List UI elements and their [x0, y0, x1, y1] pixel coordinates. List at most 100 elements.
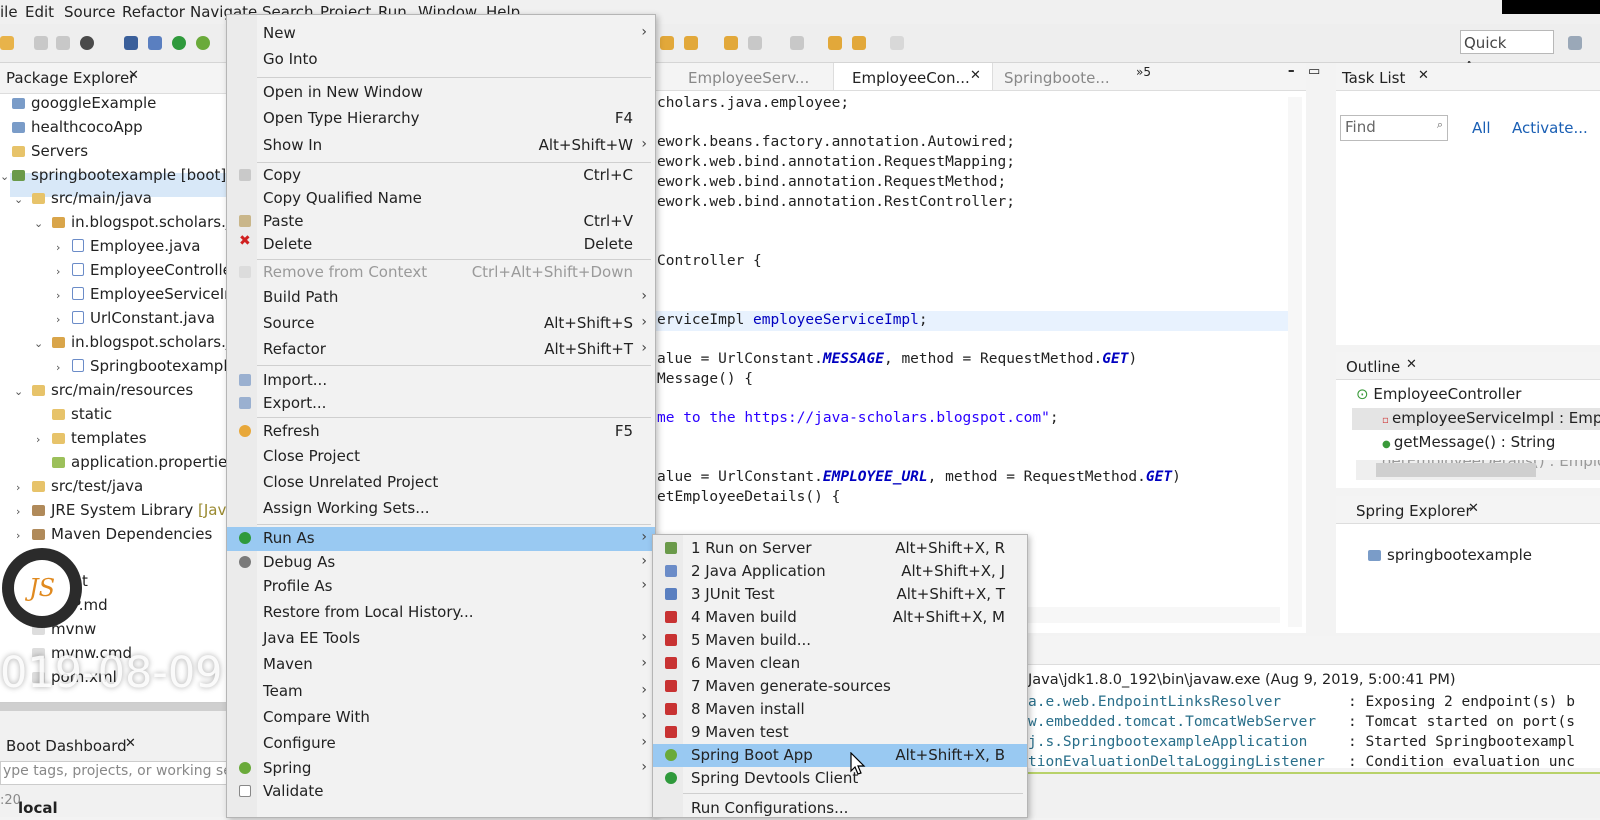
boot-dashboard-tab[interactable]: Boot Dashboard [6, 737, 127, 755]
editor-tab-employeecontroller[interactable]: EmployeeCon... [852, 69, 970, 87]
spring-boot-app-item[interactable]: Spring Boot App Alt+Shift+X, B [653, 744, 1027, 767]
menu-item-go-into[interactable]: Go Into [227, 48, 655, 71]
junit-test-item[interactable]: 3 JUnit Test Alt+Shift+X, T [653, 583, 1027, 606]
menu-item-maven[interactable]: Maven › [227, 653, 655, 676]
task-list-tab[interactable]: Task List [1342, 69, 1405, 87]
menu-item-show-in[interactable]: Show In Alt+Shift+W › [227, 134, 655, 157]
activate-link[interactable]: Activate... [1512, 119, 1588, 137]
editor-tab-employeeservice[interactable]: EmployeeServ... [688, 69, 809, 87]
menu-item-delete[interactable]: ✖ Delete Delete [227, 233, 655, 256]
forward-icon[interactable] [890, 36, 904, 50]
menu-item-close-unrelated-project[interactable]: Close Unrelated Project [227, 471, 655, 494]
search-toolbar-icon[interactable] [724, 36, 738, 50]
menu-item-spring[interactable]: Spring › [227, 757, 655, 780]
menu-item-java-ee-tools[interactable]: Java EE Tools › [227, 627, 655, 650]
spring-explorer-item[interactable]: springbootexample [1368, 546, 1532, 564]
save-all-icon[interactable] [34, 36, 48, 50]
menu-item-refactor[interactable]: Refactor Alt+Shift+T › [227, 338, 655, 361]
back-icon[interactable] [852, 36, 866, 50]
outline-method[interactable]: ● getMessage() : String.om2{} [1382, 433, 1555, 451]
tree-item[interactable]: Employee.java [72, 237, 201, 255]
menu-item-configure[interactable]: Configure › [227, 732, 655, 755]
menu-item-copy-qualified-name[interactable]: Copy Qualified Name [227, 187, 655, 210]
tree-item[interactable]: EmployeeServiceIm [72, 285, 239, 303]
menu-item-export[interactable]: Export... [227, 392, 655, 415]
menu-file[interactable]: ile [0, 3, 18, 21]
tree-item[interactable]: application.properties [52, 453, 235, 471]
tree-item[interactable]: UrlConstant.java [72, 309, 215, 327]
tree-item-selected[interactable]: springbootexample [boot] [d [12, 166, 246, 184]
editor-scrollbar[interactable] [1288, 97, 1302, 627]
menu-item-compare-with[interactable]: Compare With › [227, 706, 655, 729]
boot-filter-input[interactable]: ype tags, projects, or working se [0, 761, 232, 785]
menu-source[interactable]: Source [64, 3, 116, 21]
tree-item[interactable]: EmployeeController [72, 261, 238, 279]
maven-generate-sources-item[interactable]: 7 Maven generate-sources [653, 675, 1027, 698]
close-icon[interactable]: ✕ [128, 68, 139, 83]
close-icon[interactable]: ✕ [970, 68, 981, 83]
debug-icon[interactable] [80, 36, 94, 50]
expand-toggle[interactable]: ⌄ [14, 385, 23, 398]
terminal-icon[interactable] [124, 36, 138, 50]
skip-breakpoints-icon[interactable] [148, 36, 162, 50]
outline-field[interactable]: ▫ employeeServiceImpl : Emplo [1382, 409, 1600, 427]
menu-edit[interactable]: Edit [25, 3, 54, 21]
editor-tab-springboot[interactable]: Springboote... [1004, 69, 1110, 87]
find-input[interactable]: Find ⌕ [1340, 115, 1448, 141]
expand-toggle[interactable]: › [56, 265, 60, 278]
local-target[interactable]: local [18, 799, 58, 817]
open-type-icon[interactable] [660, 36, 674, 50]
quick-access-field[interactable]: Quick Access [1460, 30, 1554, 76]
menu-item-restore-local-history[interactable]: Restore from Local History... [227, 601, 655, 624]
tree-item[interactable]: src/main/java [32, 189, 152, 207]
run-configurations-item[interactable]: Run Configurations... [653, 797, 1027, 820]
menu-item-run-as[interactable]: Run As › [227, 527, 655, 551]
java-application-item[interactable]: 2 Java Application Alt+Shift+X, J [653, 560, 1027, 583]
tree-item[interactable]: src/test/java [32, 477, 143, 495]
menu-item-copy[interactable]: Copy Ctrl+C [227, 164, 655, 187]
close-icon[interactable]: ✕ [1468, 501, 1479, 516]
open-task-icon[interactable] [684, 36, 698, 50]
tree-item[interactable]: t [82, 572, 88, 590]
menu-item-paste[interactable]: Paste Ctrl+V [227, 210, 655, 233]
outline-hscrollbar[interactable]: getEmployeeDetails() : Emplo [1356, 460, 1600, 480]
menu-item-debug-as[interactable]: Debug As › [227, 551, 655, 574]
maximize-icon[interactable]: ▭ [1308, 64, 1320, 79]
menu-item-close-project[interactable]: Close Project [227, 445, 655, 468]
minimize-icon[interactable]: – [1288, 64, 1295, 79]
maven-install-item[interactable]: 8 Maven install [653, 698, 1027, 721]
expand-toggle[interactable]: › [16, 529, 20, 542]
print-icon[interactable] [56, 36, 70, 50]
expand-toggle[interactable]: ⌄ [14, 193, 23, 206]
spring-devtools-client-item[interactable]: Spring Devtools Client [653, 767, 1027, 790]
menu-item-source[interactable]: Source Alt+Shift+S › [227, 312, 655, 335]
menu-item-new[interactable]: New › [227, 22, 655, 45]
outline-tab[interactable]: Outline [1346, 358, 1400, 376]
expand-toggle[interactable]: › [56, 241, 60, 254]
tab-overflow[interactable]: »5 [1136, 65, 1151, 79]
open-perspective-icon[interactable] [1568, 36, 1582, 50]
expand-toggle[interactable]: ⌄ [0, 170, 9, 183]
run-icon[interactable] [172, 36, 186, 50]
menu-item-refresh[interactable]: Refresh F5 [227, 420, 655, 443]
close-icon[interactable]: ✕ [1418, 68, 1429, 83]
menu-item-open-type-hierarchy[interactable]: Open Type Hierarchy F4 [227, 107, 655, 130]
menu-item-profile-as[interactable]: Profile As › [227, 575, 655, 598]
tree-item[interactable]: healthcocoApp [12, 118, 143, 136]
expand-toggle[interactable]: ⌄ [34, 217, 43, 230]
expand-toggle[interactable]: › [16, 481, 20, 494]
menu-refactor[interactable]: Refactor [122, 3, 185, 21]
menu-item-build-path[interactable]: Build Path › [227, 286, 655, 309]
maven-build-item[interactable]: 4 Maven build Alt+Shift+X, M [653, 606, 1027, 629]
run-on-server-item[interactable]: 1 Run on Server Alt+Shift+X, R [653, 537, 1027, 560]
maven-test-item[interactable]: 9 Maven test [653, 721, 1027, 744]
maven-clean-item[interactable]: 6 Maven clean [653, 652, 1027, 675]
expand-toggle[interactable]: › [56, 361, 60, 374]
expand-toggle[interactable]: › [36, 433, 40, 446]
tree-item[interactable]: Maven Dependencies [32, 525, 212, 543]
menu-item-assign-working-sets[interactable]: Assign Working Sets... [227, 497, 655, 520]
filter-all-link[interactable]: All [1472, 119, 1491, 137]
tree-item[interactable]: JRE System Library [JavaSE [32, 501, 255, 519]
expand-toggle[interactable]: ⌄ [34, 337, 43, 350]
save-icon[interactable] [0, 36, 14, 50]
